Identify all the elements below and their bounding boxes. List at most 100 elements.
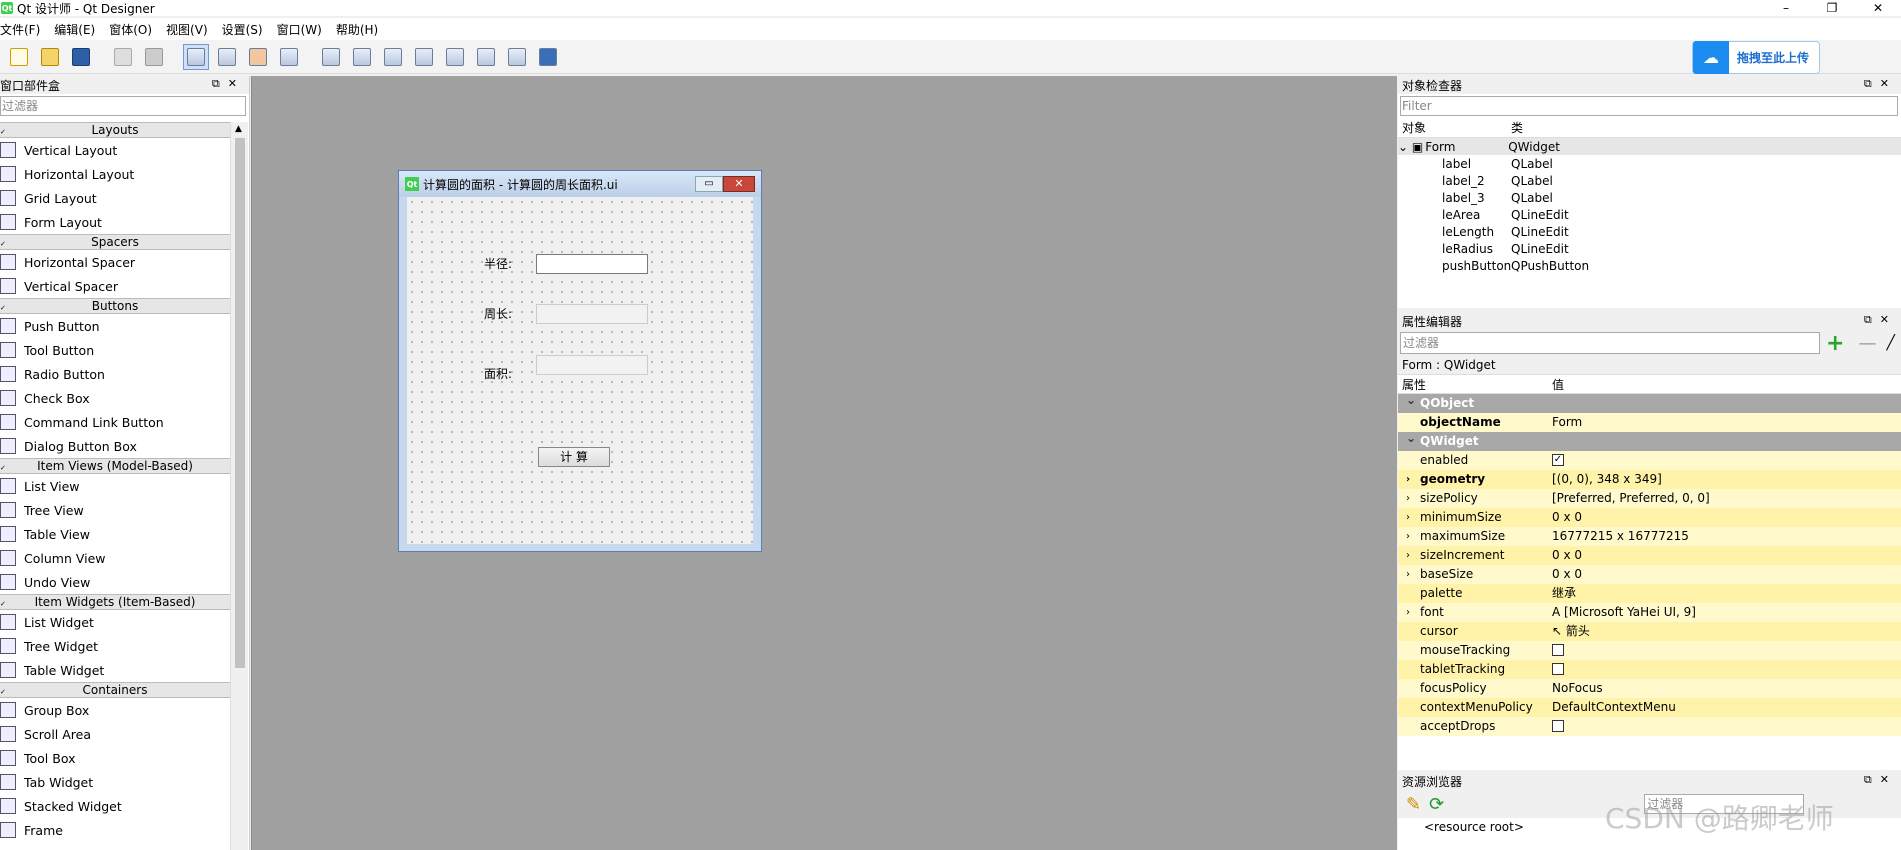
le-length-input[interactable] bbox=[536, 304, 648, 324]
object-tree-row[interactable]: pushButton QPushButton bbox=[1398, 257, 1901, 274]
property-row-tablettracking[interactable]: tabletTracking bbox=[1398, 659, 1901, 679]
object-tree-row[interactable]: leArea QLineEdit bbox=[1398, 206, 1901, 223]
widget-item[interactable]: Tree Widget bbox=[0, 634, 230, 658]
edit-tab-order-icon[interactable] bbox=[276, 44, 302, 70]
menu-window[interactable]: 窗口(W) bbox=[277, 21, 330, 38]
widget-item[interactable]: Table View bbox=[0, 522, 230, 546]
property-row-contextmenupolicy[interactable]: contextMenuPolicy DefaultContextMenu bbox=[1398, 697, 1901, 717]
property-value[interactable]: ↖ 箭头 bbox=[1548, 621, 1901, 641]
property-row-enabled[interactable]: enabled ✓ bbox=[1398, 450, 1901, 470]
property-value[interactable]: ✓ bbox=[1548, 450, 1901, 470]
close-button[interactable]: ✕ bbox=[1855, 0, 1901, 16]
expand-chevron-icon[interactable]: › bbox=[1406, 508, 1410, 527]
property-checkbox[interactable] bbox=[1552, 644, 1564, 656]
object-filter-input[interactable]: Filter bbox=[1400, 96, 1898, 116]
col-class-header[interactable]: 类 bbox=[1511, 119, 1523, 136]
property-row-sizepolicy[interactable]: › sizePolicy [Preferred, Preferred, 0, 0] bbox=[1398, 488, 1901, 508]
edit-resources-icon[interactable]: ✎ bbox=[1406, 794, 1421, 815]
restore-button[interactable]: ❐ bbox=[1809, 0, 1855, 16]
edit-widgets-icon[interactable] bbox=[183, 43, 209, 70]
lay-out-horizontal-splitter-icon[interactable] bbox=[380, 44, 406, 70]
property-row-maximumsize[interactable]: › maximumSize 16777215 x 16777215 bbox=[1398, 526, 1901, 546]
property-row-minimumsize[interactable]: › minimumSize 0 x 0 bbox=[1398, 507, 1901, 527]
col-object-header[interactable]: 对象 bbox=[1398, 119, 1511, 136]
widget-item[interactable]: Stacked Widget bbox=[0, 794, 230, 818]
widget-category[interactable]: Layouts bbox=[0, 122, 230, 139]
edit-buddies-icon[interactable] bbox=[245, 44, 271, 70]
widget-item[interactable]: Horizontal Layout bbox=[0, 162, 230, 186]
widget-item[interactable]: Undo View bbox=[0, 570, 230, 594]
object-tree-row[interactable]: leRadius QLineEdit bbox=[1398, 240, 1901, 257]
property-value[interactable]: [Preferred, Preferred, 0, 0] bbox=[1548, 488, 1901, 508]
widget-item[interactable]: Check Box bbox=[0, 386, 230, 410]
form-title-bar[interactable]: Qt 计算圆的面积 - 计算圆的周长面积.ui ▭ ✕ bbox=[399, 171, 761, 197]
calculate-button[interactable]: 计 算 bbox=[538, 447, 610, 467]
widget-item[interactable]: Push Button bbox=[0, 314, 230, 338]
widget-item[interactable]: Vertical Layout bbox=[0, 138, 230, 162]
widget-item[interactable]: List View bbox=[0, 474, 230, 498]
lay-out-vertically-icon[interactable] bbox=[349, 44, 375, 70]
widget-item[interactable]: Horizontal Spacer bbox=[0, 250, 230, 274]
menu-file[interactable]: 文件(F) bbox=[0, 21, 48, 38]
property-value[interactable]: DefaultContextMenu bbox=[1548, 697, 1901, 717]
send-to-back-icon[interactable] bbox=[110, 44, 136, 70]
widget-item[interactable]: Vertical Spacer bbox=[0, 274, 230, 298]
edit-signals-slots-icon[interactable] bbox=[214, 44, 240, 70]
property-value[interactable]: 0 x 0 bbox=[1548, 564, 1901, 584]
property-row-font[interactable]: › font A [Microsoft YaHei UI, 9] bbox=[1398, 602, 1901, 622]
col-value-header[interactable]: 值 bbox=[1548, 376, 1564, 393]
widget-item[interactable]: Group Box bbox=[0, 698, 230, 722]
property-row-mousetracking[interactable]: mouseTracking bbox=[1398, 640, 1901, 660]
property-value[interactable] bbox=[1548, 659, 1901, 679]
expand-chevron-icon[interactable]: › bbox=[1406, 527, 1410, 546]
dock-float-close-icon[interactable]: ⧉✕ bbox=[1864, 773, 1897, 787]
widget-item[interactable]: List Widget bbox=[0, 610, 230, 634]
property-value[interactable]: 继承 bbox=[1548, 583, 1901, 603]
le-radius-input[interactable] bbox=[536, 254, 648, 274]
break-layout-icon[interactable] bbox=[504, 44, 530, 70]
property-row-sizeincrement[interactable]: › sizeIncrement 0 x 0 bbox=[1398, 545, 1901, 565]
dock-float-close-icon[interactable]: ⧉✕ bbox=[1864, 77, 1897, 91]
expand-chevron-icon[interactable]: › bbox=[1406, 603, 1410, 622]
expand-chevron-icon[interactable]: › bbox=[1406, 546, 1410, 565]
widget-box-scrollbar[interactable]: ▲ bbox=[230, 122, 248, 850]
property-value[interactable] bbox=[1548, 716, 1901, 736]
scroll-up-icon[interactable]: ▲ bbox=[235, 124, 242, 134]
property-row-focuspolicy[interactable]: focusPolicy NoFocus bbox=[1398, 678, 1901, 698]
object-tree-row[interactable]: label_3 QLabel bbox=[1398, 189, 1901, 206]
widget-item[interactable]: Radio Button bbox=[0, 362, 230, 386]
property-value[interactable]: 0 x 0 bbox=[1548, 507, 1901, 527]
group-qwidget[interactable]: QWidget bbox=[1398, 429, 1901, 451]
object-tree-row[interactable]: ⌄ ▣ Form QWidget bbox=[1398, 138, 1901, 155]
widget-item[interactable]: Table Widget bbox=[0, 658, 230, 682]
new-file-icon[interactable] bbox=[6, 44, 32, 70]
minimize-button[interactable]: – bbox=[1763, 0, 1809, 16]
property-checkbox[interactable] bbox=[1552, 663, 1564, 675]
widget-category[interactable]: Item Widgets (Item-Based) bbox=[0, 594, 230, 611]
widget-filter-input[interactable]: 过滤器 bbox=[0, 96, 246, 116]
col-property-header[interactable]: 属性 bbox=[1398, 376, 1548, 393]
property-value[interactable]: NoFocus bbox=[1548, 678, 1901, 698]
configure-icon[interactable]: ╱ bbox=[1886, 335, 1894, 351]
property-row-objectname[interactable]: objectName Form bbox=[1398, 412, 1901, 432]
reload-icon[interactable]: ⟳ bbox=[1429, 794, 1444, 815]
form-minimize-button[interactable]: ▭ bbox=[695, 176, 723, 192]
widget-item[interactable]: Form Layout bbox=[0, 210, 230, 234]
le-area-input[interactable] bbox=[536, 355, 648, 375]
widget-category[interactable]: Containers bbox=[0, 682, 230, 699]
expand-chevron-icon[interactable]: › bbox=[1406, 470, 1410, 489]
form-widget-icon[interactable]: ⌄ ▣ bbox=[1398, 140, 1423, 154]
widget-category[interactable]: Item Views (Model-Based) bbox=[0, 458, 230, 475]
menu-help[interactable]: 帮助(H) bbox=[336, 21, 386, 38]
property-row-acceptdrops[interactable]: acceptDrops bbox=[1398, 716, 1901, 736]
menu-form[interactable]: 窗体(O) bbox=[109, 21, 160, 38]
property-value[interactable] bbox=[1548, 640, 1901, 660]
expand-chevron-icon[interactable]: › bbox=[1406, 489, 1410, 508]
lay-out-vertical-splitter-icon[interactable] bbox=[411, 44, 437, 70]
property-filter-input[interactable]: 过滤器 bbox=[1400, 332, 1820, 354]
remove-dynamic-property-icon[interactable]: — bbox=[1858, 333, 1876, 354]
form-canvas[interactable]: 半径: 周长: 面积: 计 算 bbox=[407, 197, 753, 544]
add-dynamic-property-icon[interactable]: + bbox=[1826, 331, 1844, 356]
widget-item[interactable]: Tool Box bbox=[0, 746, 230, 770]
object-tree-row[interactable]: label_2 QLabel bbox=[1398, 172, 1901, 189]
